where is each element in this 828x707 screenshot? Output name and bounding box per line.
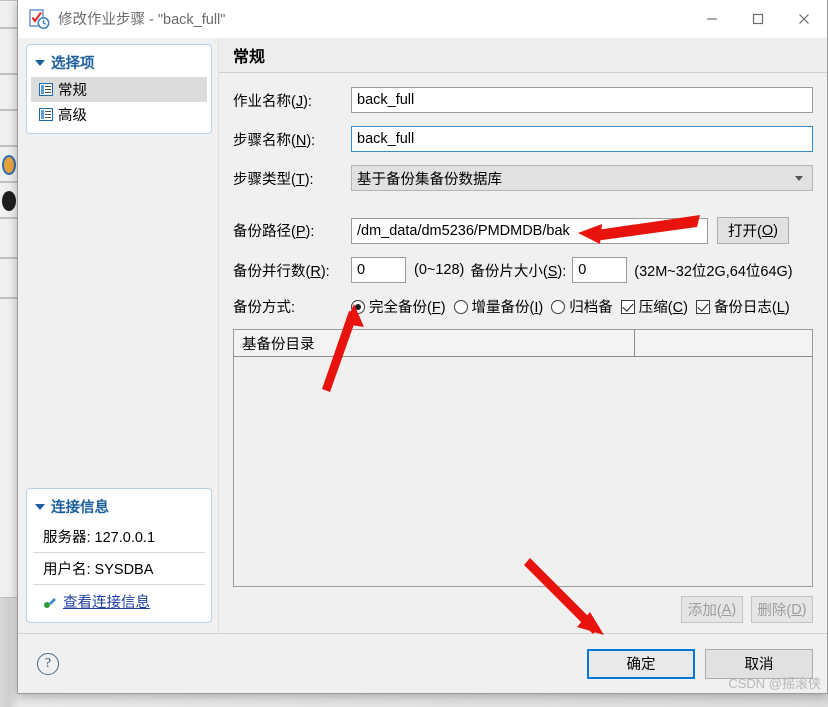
option-label: 压缩(C) [638, 300, 688, 316]
step-name-row: 步骤名称(N): back_full [233, 126, 813, 152]
checkbox-compress[interactable] [620, 299, 635, 314]
connection-icon [43, 595, 57, 609]
step-name-input[interactable]: back_full [351, 126, 813, 152]
backup-path-label: 备份路径(P): [233, 224, 315, 240]
list-actions: 添加(A) 删除(D) [233, 587, 813, 633]
page-title: 常规 [219, 38, 827, 73]
list-body-empty[interactable] [234, 357, 812, 586]
help-icon[interactable]: ? [37, 652, 59, 675]
bg-row [0, 146, 18, 182]
backup-mode-row: 备份方式: 完全备份(F) 增量备份(I) 归档备 压缩(C) 备份日志(L) [233, 296, 813, 317]
bg-row [0, 218, 18, 258]
caret-down-icon [35, 503, 45, 510]
connection-user: 用户名: SYSDBA [33, 553, 205, 585]
list-header-row: 基备份目录 [234, 330, 812, 357]
open-button[interactable]: 打开(O) [717, 217, 789, 244]
page-list-icon [39, 108, 53, 121]
connection-group-title: 连接信息 [51, 500, 109, 516]
radio-full-backup[interactable] [351, 299, 365, 314]
column-header-base-backup-dir[interactable]: 基备份目录 [234, 330, 635, 357]
sidebar-item-advanced[interactable]: 高级 [31, 102, 207, 127]
dialog-titlebar: 修改作业步骤 - "back_full" [18, 0, 827, 38]
parallel-hint: (0~128) [414, 262, 465, 278]
backup-path-input[interactable]: /dm_data/dm5236/PMDMDB/bak [351, 217, 708, 244]
delete-button[interactable]: 删除(D) [751, 596, 813, 623]
content-pane: 常规 作业名称(J): back_full 步骤名称(N): back_full… [219, 38, 827, 633]
window-controls [689, 0, 827, 38]
watermark: CSDN @摇滚侠 [728, 676, 821, 691]
sidebar: 选择项 常规 高级 连接信息 服务器: 127.0.0.1 用户名: SYSDB… [18, 38, 219, 633]
option-backup-log[interactable]: 备份日志(L) [695, 296, 790, 317]
view-connection-info-link[interactable]: 查看连接信息 [63, 591, 150, 612]
view-connection-info-row[interactable]: 查看连接信息 [33, 585, 205, 616]
close-icon[interactable] [781, 0, 827, 38]
backup-numbers-row: 备份并行数(R): 0 (0~128) 备份片大小(S): 0 (32M~32位… [233, 257, 813, 283]
edit-job-step-dialog: 修改作业步骤 - "back_full" 选择项 常规 高级 连接信息 服务器:… [17, 0, 828, 694]
chevron-down-icon [795, 175, 803, 181]
bg-row [0, 28, 18, 74]
job-name-label: 作业名称(J): [233, 93, 312, 110]
job-name-row: 作业名称(J): back_full [233, 87, 813, 113]
backup-mode-label: 备份方式: [233, 300, 296, 316]
parallel-input[interactable]: 0 [351, 257, 406, 283]
radio-archive-backup[interactable] [551, 299, 566, 314]
step-type-row: 步骤类型(T): 基于备份集备份数据库 [233, 165, 813, 191]
piece-size-label: 备份片大小(S): [470, 263, 567, 280]
bg-status-text [22, 695, 822, 707]
base-backup-dir-list[interactable]: 基备份目录 [233, 329, 813, 587]
page-list-icon [39, 83, 53, 96]
option-label: 增量备份(I) [471, 300, 544, 316]
column-header-filler [635, 330, 812, 357]
dialog-title: 修改作业步骤 - "back_full" [58, 12, 226, 28]
option-full-backup[interactable]: 完全备份(F) [351, 296, 446, 317]
option-label: 完全备份(F) [369, 300, 446, 316]
bg-row [0, 74, 18, 110]
step-type-label: 步骤类型(T): [233, 171, 314, 188]
bg-row [0, 0, 18, 28]
bg-row [0, 182, 18, 218]
options-group: 选择项 常规 高级 [26, 44, 212, 134]
option-compress[interactable]: 压缩(C) [620, 296, 688, 317]
connection-server: 服务器: 127.0.0.1 [33, 521, 205, 553]
dialog-footer: ? 确定 取消 CSDN @摇滚侠 [18, 633, 827, 693]
options-group-title: 选择项 [51, 56, 95, 72]
caret-down-icon [35, 59, 45, 66]
maximize-icon[interactable] [735, 0, 781, 38]
add-button[interactable]: 添加(A) [681, 596, 743, 623]
sidebar-item-label: 常规 [58, 83, 87, 99]
radio-incremental-backup[interactable] [453, 299, 468, 314]
connection-group-header[interactable]: 连接信息 [27, 493, 211, 521]
job-step-edit-icon [28, 8, 50, 30]
dialog-body: 选择项 常规 高级 连接信息 服务器: 127.0.0.1 用户名: SYSDB… [18, 38, 827, 633]
step-type-select[interactable]: 基于备份集备份数据库 [351, 165, 813, 191]
sidebar-item-general[interactable]: 常规 [31, 77, 207, 102]
job-name-input[interactable]: back_full [351, 87, 813, 113]
bg-row [0, 110, 18, 146]
bg-icon [2, 155, 16, 175]
option-label: 归档备 [569, 300, 613, 316]
bg-row [0, 258, 18, 298]
option-archive-backup[interactable]: 归档备 [551, 296, 613, 317]
piece-size-input[interactable]: 0 [572, 257, 628, 283]
option-incremental-backup[interactable]: 增量备份(I) [453, 296, 544, 317]
piece-size-hint: (32M~32位2G,64位64G) [634, 263, 793, 280]
connection-info-group: 连接信息 服务器: 127.0.0.1 用户名: SYSDBA 查看连接信息 [26, 488, 212, 623]
minimize-icon[interactable] [689, 0, 735, 38]
bg-icon [2, 191, 16, 211]
checkbox-backup-log[interactable] [695, 299, 710, 314]
bg-row [0, 298, 18, 598]
sidebar-item-label: 高级 [58, 108, 87, 124]
step-name-label: 步骤名称(N): [233, 132, 316, 149]
ok-button[interactable]: 确定 [587, 648, 695, 679]
backup-path-row: 备份路径(P): /dm_data/dm5236/PMDMDB/bak 打开(O… [233, 217, 813, 244]
option-label: 备份日志(L) [713, 300, 790, 316]
parallel-label: 备份并行数(R): [233, 263, 330, 280]
step-type-value: 基于备份集备份数据库 [357, 171, 502, 188]
options-group-header[interactable]: 选择项 [27, 49, 211, 77]
general-form: 作业名称(J): back_full 步骤名称(N): back_full 步骤… [219, 73, 827, 633]
